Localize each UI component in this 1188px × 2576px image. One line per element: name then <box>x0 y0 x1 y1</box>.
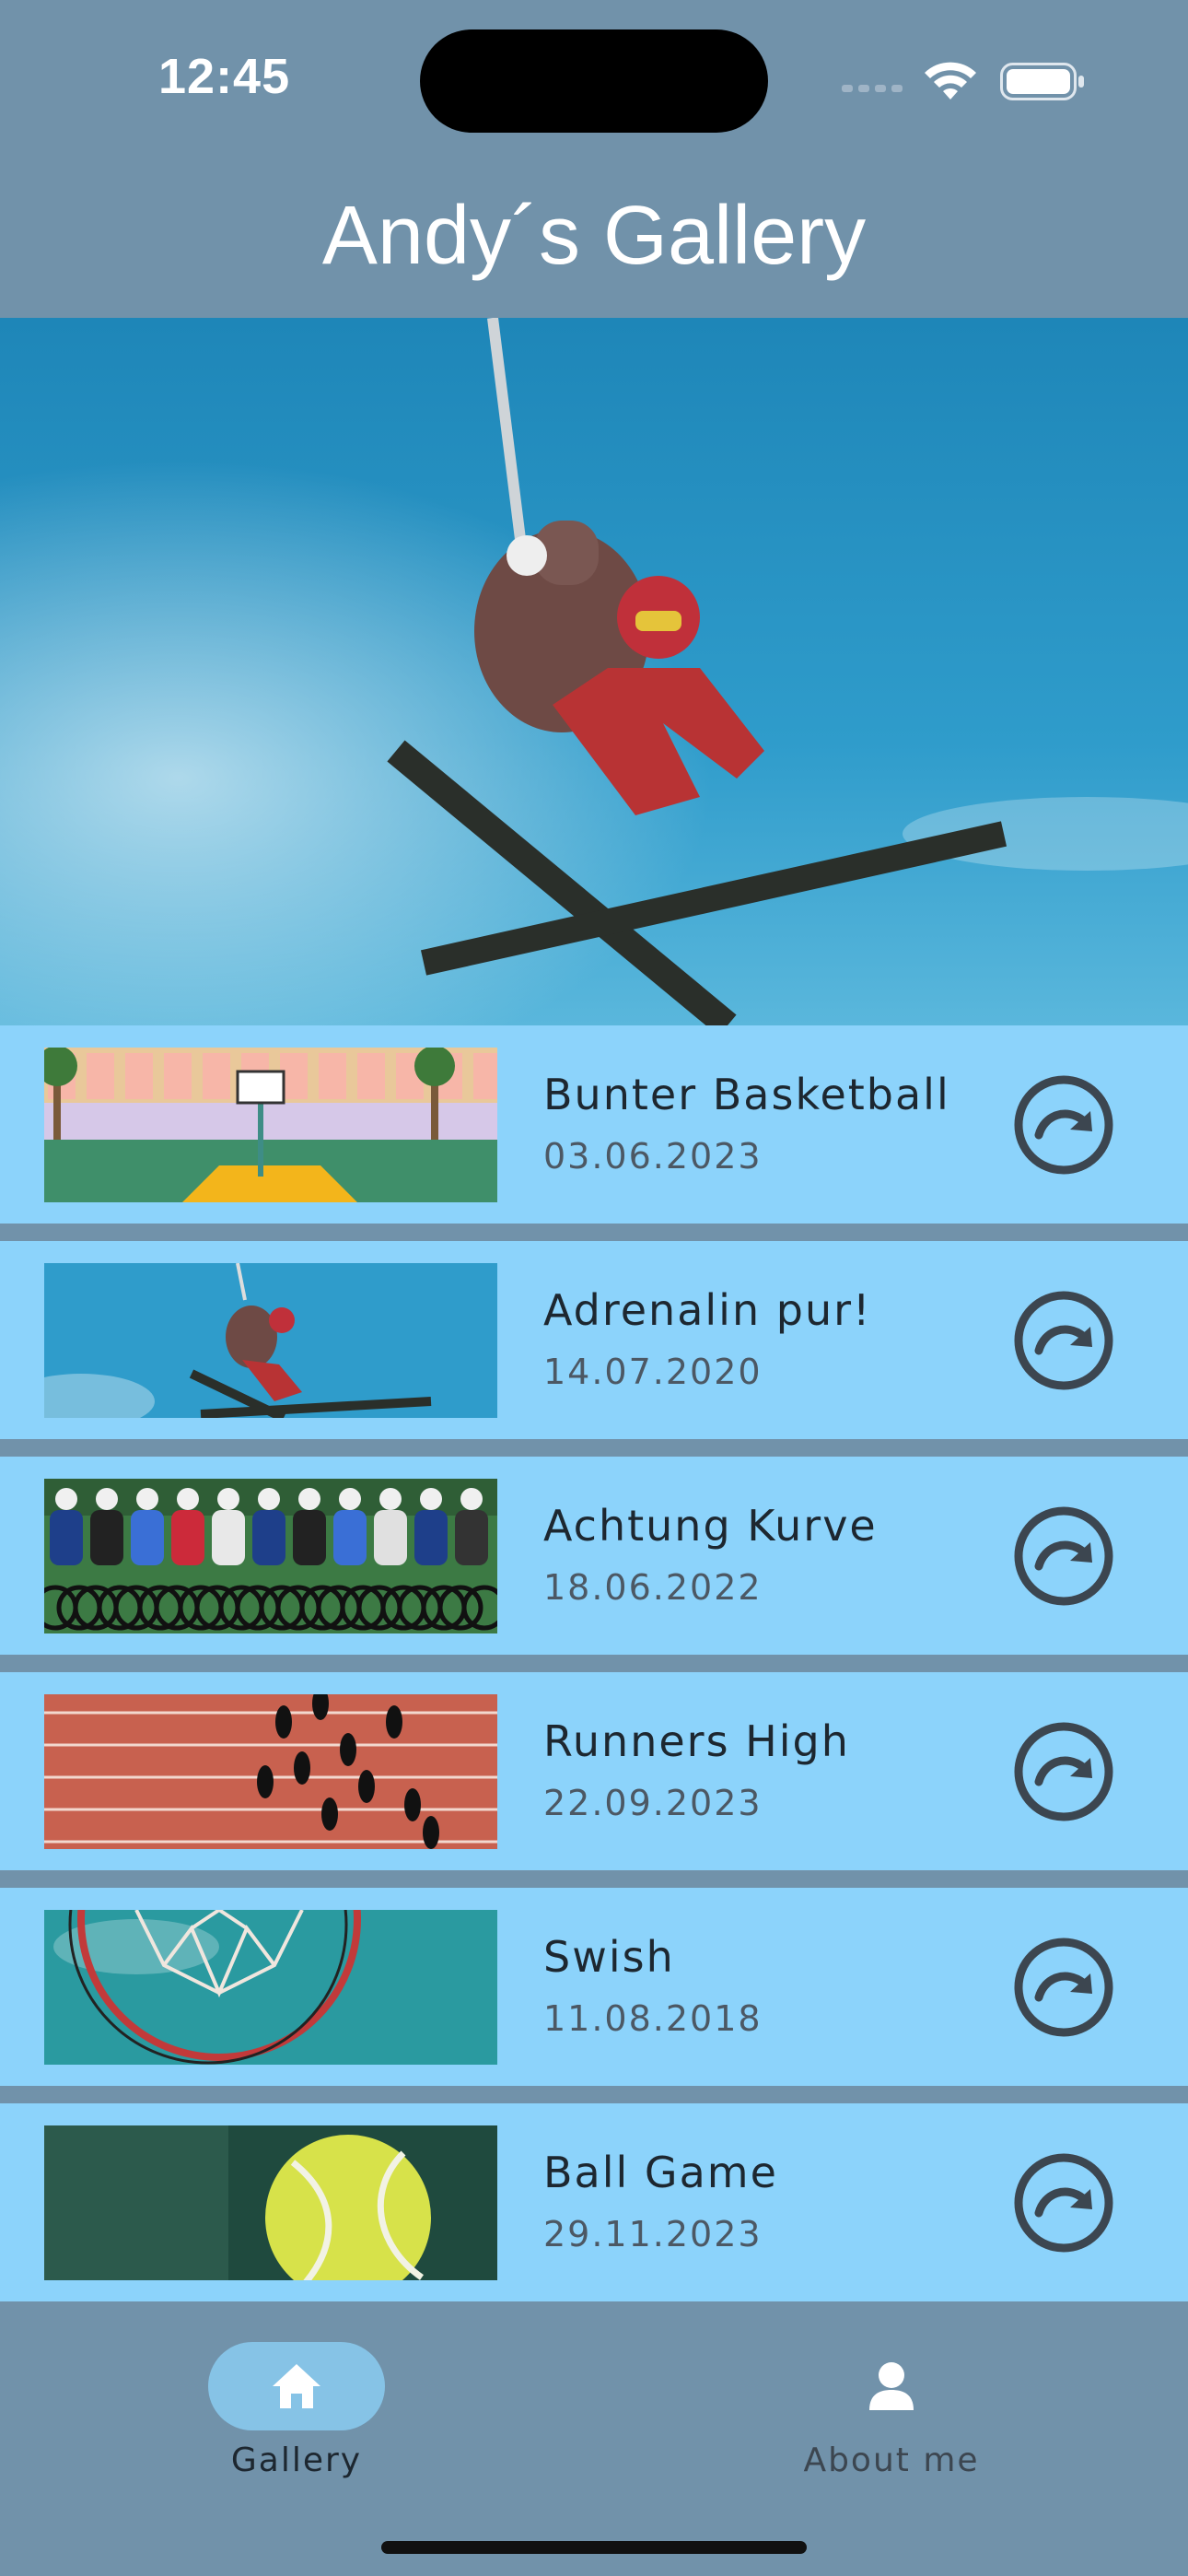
gallery-list-item[interactable]: Adrenalin pur! 14.07.2020 <box>0 1241 1188 1439</box>
gallery-item-thumbnail <box>44 1263 497 1418</box>
circular-arrow-icon[interactable] <box>1013 2152 1114 2254</box>
status-icons <box>842 62 1084 100</box>
status-time: 12:45 <box>158 49 291 104</box>
gallery-item-title: Bunter Basketball <box>543 1070 950 1119</box>
cellular-signal-icon <box>842 85 903 92</box>
circular-arrow-icon[interactable] <box>1013 1937 1114 2038</box>
circular-arrow-icon[interactable] <box>1013 1505 1114 1607</box>
gallery-item-title: Achtung Kurve <box>543 1501 878 1551</box>
house-icon <box>273 2364 320 2408</box>
gallery-item-date: 18.06.2022 <box>543 1567 763 1608</box>
tab-about-label: About me <box>803 2441 980 2479</box>
running-track-photo <box>44 1694 497 1849</box>
gallery-item-date: 29.11.2023 <box>543 2214 763 2254</box>
dynamic-island <box>420 29 768 133</box>
wifi-icon <box>925 62 976 100</box>
hero-image <box>0 318 1188 1025</box>
cyclists-photo <box>44 1479 497 1633</box>
gallery-item-thumbnail <box>44 2125 497 2280</box>
circular-arrow-icon[interactable] <box>1013 1290 1114 1391</box>
basketball-court-photo <box>44 1048 497 1202</box>
home-indicator[interactable] <box>381 2541 807 2554</box>
gallery-item-thumbnail <box>44 1479 497 1633</box>
gallery-item-title: Runners High <box>543 1716 850 1766</box>
tab-about-me[interactable]: About me <box>707 2322 1076 2479</box>
basketball-hoop-photo <box>44 1910 497 2065</box>
tab-gallery-label: Gallery <box>230 2441 363 2479</box>
skier-jump-photo <box>44 1263 497 1418</box>
gallery-item-thumbnail <box>44 1910 497 2065</box>
page-title: Andy´s Gallery <box>321 190 867 282</box>
circular-arrow-icon[interactable] <box>1013 1074 1114 1176</box>
gallery-item-date: 14.07.2020 <box>543 1352 763 1392</box>
gallery-item-thumbnail <box>44 1048 497 1202</box>
gallery-item-thumbnail <box>44 1694 497 1849</box>
hero-carousel[interactable] <box>0 318 1188 1025</box>
gallery-list-item[interactable]: Ball Game 29.11.2023 <box>0 2103 1188 2301</box>
gallery-item-title: Ball Game <box>543 2148 778 2197</box>
person-icon <box>869 2362 914 2410</box>
gallery-list-item[interactable]: Runners High 22.09.2023 <box>0 1672 1188 1870</box>
tab-gallery[interactable]: Gallery <box>112 2322 481 2479</box>
gallery-item-date: 03.06.2023 <box>543 1136 763 1177</box>
gallery-list-item[interactable]: Swish 11.08.2018 <box>0 1888 1188 2086</box>
circular-arrow-icon[interactable] <box>1013 1721 1114 1822</box>
tennis-ball-photo <box>44 2125 497 2280</box>
tab-bar: Gallery About me <box>0 2303 1188 2576</box>
gallery-item-date: 22.09.2023 <box>543 1783 763 1823</box>
battery-icon <box>1000 63 1084 100</box>
gallery-list-item[interactable]: Bunter Basketball 03.06.2023 <box>0 1025 1188 1224</box>
gallery-item-title: Swish <box>543 1932 675 1982</box>
status-bar: 12:45 <box>0 0 1188 166</box>
gallery-item-date: 11.08.2018 <box>543 1998 763 2039</box>
gallery-item-title: Adrenalin pur! <box>543 1285 872 1335</box>
gallery-list-item[interactable]: Achtung Kurve 18.06.2022 <box>0 1457 1188 1655</box>
